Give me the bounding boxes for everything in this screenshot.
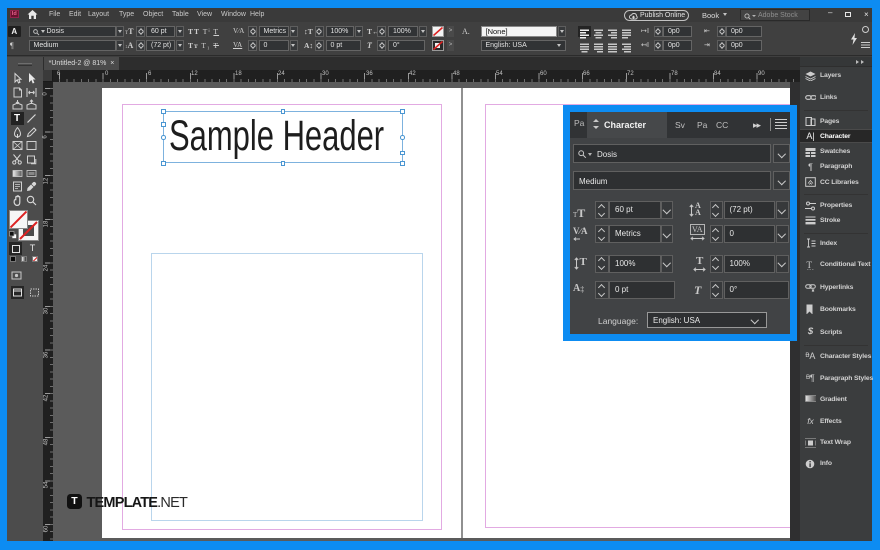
svg-text:T: T: [807, 260, 813, 270]
